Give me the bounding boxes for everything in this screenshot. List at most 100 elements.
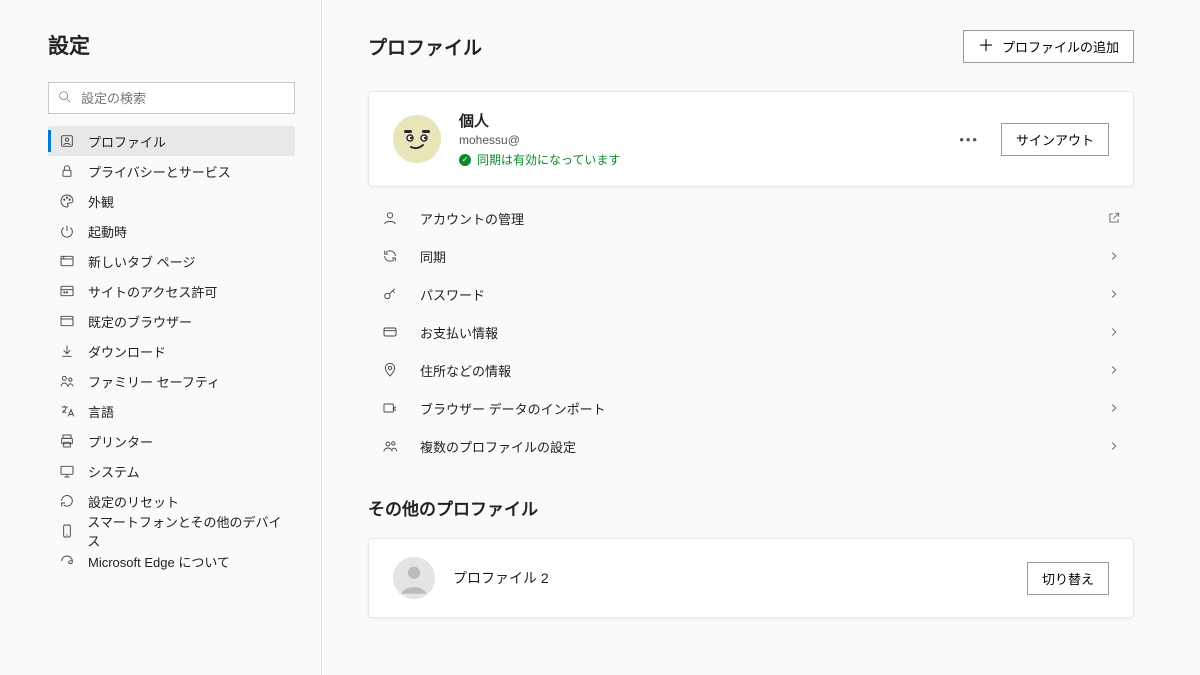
profile-options: アカウントの管理 同期 パスワード お支払い情報 住所などの情報 ブラウザー デ… [368, 199, 1134, 465]
profile-card: 個人 mohessu@ ✓ 同期は有効になっています ••• サインアウト [368, 91, 1134, 187]
main-header: プロファイル ＋ プロファイルの追加 [368, 30, 1134, 63]
person-icon [380, 208, 400, 228]
nav-label: プロファイル [88, 132, 166, 151]
search-field[interactable] [81, 91, 286, 106]
system-icon [58, 462, 76, 480]
nav-label: ダウンロード [88, 342, 166, 361]
nav-label: 既定のブラウザー [88, 312, 192, 331]
avatar [393, 557, 435, 599]
option-manage-account[interactable]: アカウントの管理 [368, 199, 1134, 237]
nav-label: サイトのアクセス許可 [88, 282, 217, 301]
option-multi-profile[interactable]: 複数のプロファイルの設定 [368, 427, 1134, 465]
nav-label: 設定のリセット [88, 492, 179, 511]
sidebar-item-startup[interactable]: 起動時 [48, 216, 295, 246]
nav-label: 言語 [88, 402, 114, 421]
card-icon [380, 322, 400, 342]
sidebar-item-default-browser[interactable]: 既定のブラウザー [48, 306, 295, 336]
newtab-icon [58, 252, 76, 270]
other-profiles-title: その他のプロファイル [368, 495, 1134, 520]
nav-label: ファミリー セーフティ [88, 372, 220, 391]
sidebar-item-newtab[interactable]: 新しいタブ ページ [48, 246, 295, 276]
option-label: 複数のプロファイルの設定 [420, 437, 1106, 456]
add-profile-label: プロファイルの追加 [1002, 37, 1119, 56]
profile-info: 個人 mohessu@ ✓ 同期は有効になっています [459, 110, 959, 168]
switch-profile-button[interactable]: 切り替え [1027, 562, 1109, 595]
sync-status-label: 同期は有効になっています [477, 151, 620, 168]
sidebar-item-printer[interactable]: プリンター [48, 426, 295, 456]
option-import[interactable]: ブラウザー データのインポート [368, 389, 1134, 427]
sidebar-item-appearance[interactable]: 外観 [48, 186, 295, 216]
nav-list: プロファイル プライバシーとサービス 外観 起動時 新しいタブ ページ サイトの… [48, 126, 295, 576]
phone-icon [58, 522, 75, 540]
plus-icon: ＋ [978, 39, 994, 55]
sidebar-item-profile[interactable]: プロファイル [48, 126, 295, 156]
sync-status: ✓ 同期は有効になっています [459, 151, 959, 168]
family-icon [58, 372, 76, 390]
chevron-right-icon [1106, 248, 1122, 264]
language-icon [58, 402, 76, 420]
lock-icon [58, 162, 76, 180]
search-input[interactable] [48, 82, 295, 114]
other-profile-card: プロファイル 2 切り替え [368, 538, 1134, 618]
power-icon [58, 222, 76, 240]
key-icon [380, 284, 400, 304]
chevron-right-icon [1106, 438, 1122, 454]
permissions-icon [58, 282, 76, 300]
browser-icon [58, 312, 76, 330]
sidebar-item-privacy[interactable]: プライバシーとサービス [48, 156, 295, 186]
add-profile-button[interactable]: ＋ プロファイルの追加 [963, 30, 1134, 63]
option-label: ブラウザー データのインポート [420, 399, 1106, 418]
edge-icon [58, 552, 76, 570]
external-link-icon [1106, 210, 1122, 226]
import-icon [380, 398, 400, 418]
sidebar-item-system[interactable]: システム [48, 456, 295, 486]
sidebar-item-family[interactable]: ファミリー セーフティ [48, 366, 295, 396]
sidebar-item-permissions[interactable]: サイトのアクセス許可 [48, 276, 295, 306]
option-label: パスワード [420, 285, 1106, 304]
nav-label: プライバシーとサービス [88, 162, 231, 181]
profile-info: プロファイル 2 [453, 568, 1027, 588]
printer-icon [58, 432, 76, 450]
signout-button[interactable]: サインアウト [1001, 123, 1109, 156]
sidebar-item-phone[interactable]: スマートフォンとその他のデバイス [48, 516, 295, 546]
nav-label: 新しいタブ ページ [88, 252, 195, 271]
more-button[interactable]: ••• [959, 132, 979, 147]
chevron-right-icon [1106, 400, 1122, 416]
option-label: お支払い情報 [420, 323, 1106, 342]
option-sync[interactable]: 同期 [368, 237, 1134, 275]
option-label: 住所などの情報 [420, 361, 1106, 380]
check-icon: ✓ [459, 154, 471, 166]
main-title: プロファイル [368, 33, 482, 60]
reset-icon [58, 492, 76, 510]
avatar [393, 115, 441, 163]
nav-label: 起動時 [88, 222, 127, 241]
nav-label: Microsoft Edge について [88, 552, 230, 571]
location-icon [380, 360, 400, 380]
option-addresses[interactable]: 住所などの情報 [368, 351, 1134, 389]
other-profile-name: プロファイル 2 [453, 568, 1027, 588]
page-title: 設定 [48, 30, 295, 60]
search-icon [57, 89, 73, 108]
sidebar-item-language[interactable]: 言語 [48, 396, 295, 426]
sidebar: 設定 プロファイル プライバシーとサービス 外観 起動時 新しいタブ ページ [0, 0, 322, 675]
option-passwords[interactable]: パスワード [368, 275, 1134, 313]
sidebar-item-about[interactable]: Microsoft Edge について [48, 546, 295, 576]
sidebar-item-downloads[interactable]: ダウンロード [48, 336, 295, 366]
option-payment[interactable]: お支払い情報 [368, 313, 1134, 351]
chevron-right-icon [1106, 286, 1122, 302]
profile-name: 個人 [459, 110, 959, 131]
palette-icon [58, 192, 76, 210]
chevron-right-icon [1106, 362, 1122, 378]
option-label: アカウントの管理 [420, 209, 1106, 228]
chevron-right-icon [1106, 324, 1122, 340]
sync-icon [380, 246, 400, 266]
nav-label: スマートフォンとその他のデバイス [87, 512, 285, 550]
nav-label: 外観 [88, 192, 114, 211]
option-label: 同期 [420, 247, 1106, 266]
people-icon [380, 436, 400, 456]
profile-email: mohessu@ [459, 133, 959, 147]
nav-label: プリンター [88, 432, 153, 451]
profile-actions: ••• サインアウト [959, 123, 1109, 156]
profile-icon [58, 132, 76, 150]
nav-label: システム [88, 462, 140, 481]
